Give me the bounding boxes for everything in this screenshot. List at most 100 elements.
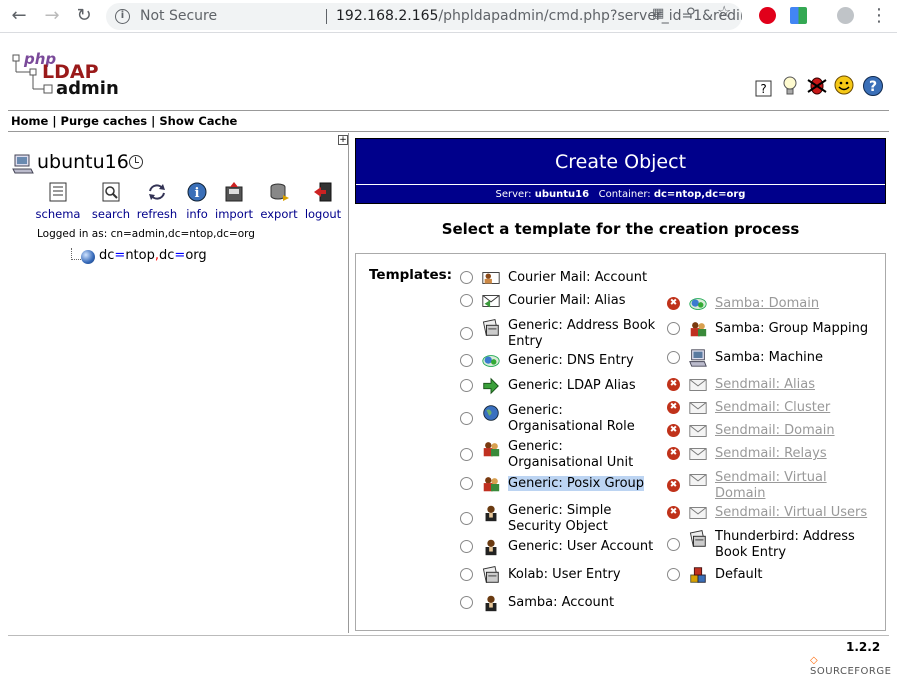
import-action[interactable]: import bbox=[209, 181, 259, 221]
opera-extension-icon[interactable] bbox=[759, 7, 776, 24]
template-radio[interactable] bbox=[460, 354, 473, 367]
search-label: search bbox=[91, 207, 131, 221]
menu-dots-icon[interactable]: ⋮ bbox=[868, 5, 890, 27]
template-label[interactable]: Courier Mail: Account bbox=[508, 270, 658, 286]
template-label-text: Generic: Organisational Unit bbox=[508, 439, 634, 470]
container-label: Container: bbox=[598, 189, 651, 200]
template-label[interactable]: Generic: Address Book Entry bbox=[508, 318, 658, 350]
template-label-text: Sendmail: Cluster bbox=[715, 400, 831, 415]
unavailable-x-icon: ✖ bbox=[667, 424, 680, 437]
template-label[interactable]: Samba: Group Mapping bbox=[715, 321, 880, 337]
envelope-icon bbox=[689, 425, 707, 437]
dn-equals: = bbox=[114, 248, 126, 263]
show-cache-link[interactable]: Show Cache bbox=[159, 114, 237, 128]
sourceforge-text: SOURCEFORGE bbox=[810, 666, 892, 677]
template-radio[interactable] bbox=[460, 448, 473, 461]
template-label-text: Samba: Account bbox=[508, 595, 615, 610]
search-action[interactable]: search bbox=[86, 181, 136, 221]
version-label: 1.2.2 bbox=[846, 640, 881, 654]
home-link[interactable]: Home bbox=[11, 114, 48, 128]
template-label[interactable]: Generic: LDAP Alias bbox=[508, 378, 658, 394]
help-doc-icon[interactable]: ? bbox=[753, 78, 775, 100]
template-label-text: Thunderbird: Address Book Entry bbox=[715, 529, 855, 560]
container-value: dc=ntop,dc=org bbox=[653, 189, 746, 200]
key-icon[interactable]: ⚲ bbox=[686, 6, 696, 21]
globe-icon[interactable] bbox=[81, 250, 95, 264]
users-icon bbox=[483, 442, 500, 457]
tree-entry-dc-ntop-dc-org[interactable]: dc=ntop,dc=org bbox=[99, 248, 207, 263]
lightbulb-icon[interactable] bbox=[779, 74, 801, 96]
template-label-text: Sendmail: Virtual Users bbox=[715, 505, 868, 520]
template-label-text: Samba: Domain bbox=[715, 296, 820, 311]
template-label[interactable]: Generic: Organisational Unit bbox=[508, 439, 658, 471]
info-icon[interactable]: i bbox=[115, 9, 130, 24]
import-label: import bbox=[215, 207, 253, 221]
template-radio[interactable] bbox=[460, 477, 473, 490]
bug-icon[interactable] bbox=[806, 74, 828, 96]
purge-caches-link[interactable]: Purge caches bbox=[61, 114, 148, 128]
schema-icon bbox=[49, 182, 67, 202]
profile-avatar-icon[interactable] bbox=[837, 7, 854, 24]
template-label-text: Generic: User Account bbox=[508, 539, 654, 554]
blocked-popup-icon[interactable]: ▦ bbox=[652, 6, 664, 21]
template-label[interactable]: Generic: Posix Group bbox=[508, 476, 658, 492]
template-radio[interactable] bbox=[460, 379, 473, 392]
logout-action[interactable]: logout bbox=[298, 181, 348, 221]
export-icon bbox=[270, 183, 289, 201]
address-book-icon bbox=[689, 530, 706, 547]
smiley-icon[interactable] bbox=[833, 74, 855, 96]
users-icon bbox=[690, 322, 707, 337]
server-name[interactable]: ubuntu16 bbox=[37, 151, 129, 173]
template-radio[interactable] bbox=[667, 568, 680, 581]
template-radio[interactable] bbox=[460, 294, 473, 307]
search-icon bbox=[102, 182, 120, 202]
export-action[interactable]: export bbox=[254, 181, 304, 221]
reload-icon[interactable]: ↻ bbox=[73, 5, 95, 27]
template-label[interactable]: Generic: User Account bbox=[508, 539, 658, 555]
template-label[interactable]: Generic: DNS Entry bbox=[508, 353, 658, 369]
templates-label: Templates: bbox=[369, 267, 453, 283]
address-bar[interactable]: i Not Secure 192.168.2.165/phpldapadmin/… bbox=[106, 3, 742, 30]
sourceforge-logo[interactable]: ◇ SOURCEFORGE bbox=[810, 655, 897, 677]
template-label[interactable]: Thunderbird: Address Book Entry bbox=[715, 529, 880, 561]
template-radio[interactable] bbox=[460, 271, 473, 284]
template-radio[interactable] bbox=[460, 596, 473, 609]
template-radio[interactable] bbox=[667, 538, 680, 551]
template-radio[interactable] bbox=[667, 351, 680, 364]
svg-text:?: ? bbox=[869, 79, 877, 95]
browser-toolbar: ← → ↻ i Not Secure 192.168.2.165/phpldap… bbox=[0, 0, 897, 33]
template-label[interactable]: Generic: Simple Security Object bbox=[508, 503, 658, 535]
user-icon bbox=[485, 595, 497, 612]
green-arrow-icon bbox=[483, 377, 499, 395]
template-radio[interactable] bbox=[460, 412, 473, 425]
globe-icon bbox=[483, 405, 499, 421]
template-radio[interactable] bbox=[460, 568, 473, 581]
star-icon[interactable]: ☆ bbox=[717, 4, 731, 20]
template-radio[interactable] bbox=[667, 322, 680, 335]
template-label[interactable]: Samba: Account bbox=[508, 595, 658, 611]
template-label[interactable]: Samba: Machine bbox=[715, 350, 880, 366]
template-label[interactable]: Default bbox=[715, 567, 880, 583]
template-radio[interactable] bbox=[460, 540, 473, 553]
users-icon bbox=[483, 477, 500, 492]
svg-text:i: i bbox=[195, 186, 200, 201]
forward-arrow-icon[interactable]: → bbox=[41, 5, 63, 27]
divider bbox=[326, 9, 327, 24]
template-label[interactable]: Generic: Organisational Role bbox=[508, 403, 658, 435]
template-label[interactable]: Kolab: User Entry bbox=[508, 567, 658, 583]
svg-text:?: ? bbox=[760, 82, 766, 96]
expand-toggle-icon[interactable]: + bbox=[338, 135, 348, 145]
google-extension-icon[interactable] bbox=[790, 7, 807, 24]
help-icon[interactable]: ? bbox=[862, 75, 884, 97]
template-label-text: Sendmail: Alias bbox=[715, 377, 815, 392]
template-label-text: Sendmail: Virtual Domain bbox=[715, 470, 827, 501]
template-label[interactable]: Courier Mail: Alias bbox=[508, 293, 658, 309]
template-radio[interactable] bbox=[460, 327, 473, 340]
back-arrow-icon[interactable]: ← bbox=[8, 5, 30, 27]
unavailable-x-icon: ✖ bbox=[667, 506, 680, 519]
template-label: Sendmail: Alias bbox=[715, 377, 880, 393]
info-icon: i bbox=[187, 182, 207, 202]
template-radio[interactable] bbox=[460, 512, 473, 525]
address-book-icon bbox=[482, 566, 499, 583]
schema-action[interactable]: schema bbox=[33, 181, 83, 221]
